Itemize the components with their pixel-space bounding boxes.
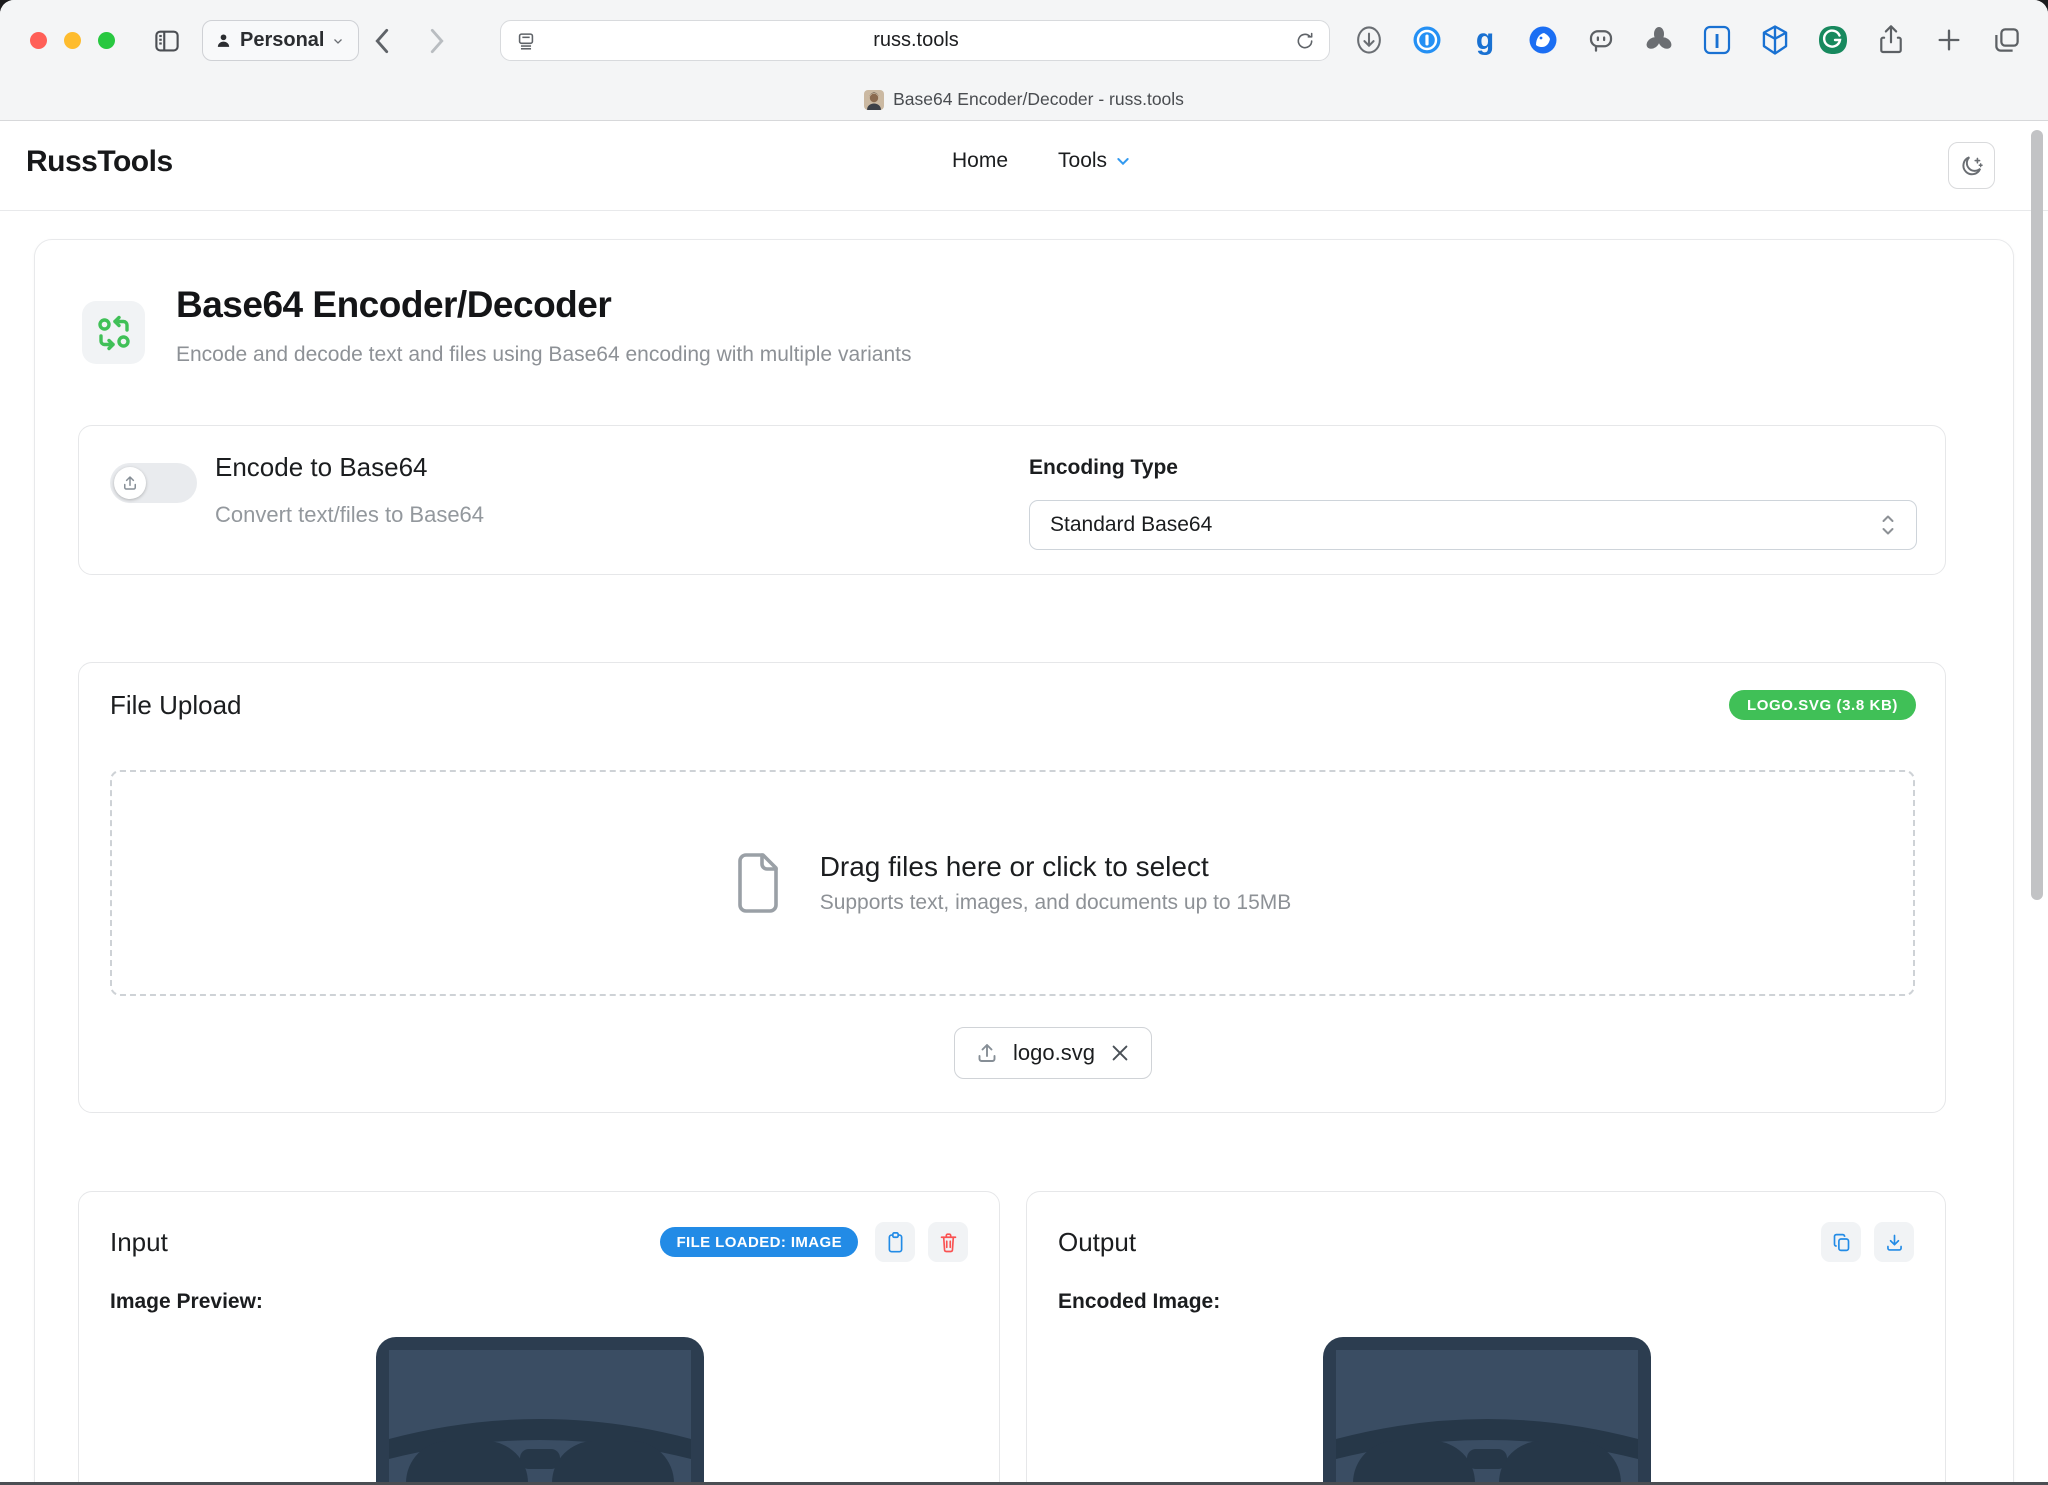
mastodon-icon[interactable] bbox=[1584, 22, 1618, 58]
forward-button[interactable] bbox=[420, 24, 454, 58]
copy-output-button[interactable] bbox=[1821, 1222, 1861, 1262]
dropzone-subtitle: Supports text, images, and documents up … bbox=[820, 891, 1292, 915]
upload-icon bbox=[121, 474, 139, 492]
clear-input-button[interactable] bbox=[928, 1222, 968, 1262]
close-window-button[interactable] bbox=[30, 32, 47, 49]
person-icon bbox=[215, 32, 232, 49]
upload-icon bbox=[975, 1041, 999, 1065]
base64-transform-icon bbox=[96, 315, 132, 351]
nav-tools-label: Tools bbox=[1058, 149, 1107, 173]
image-preview-label: Image Preview: bbox=[110, 1290, 263, 1314]
tab-title: Base64 Encoder/Decoder - russ.tools bbox=[893, 89, 1184, 110]
input-panel-header: Input FILE LOADED: IMAGE bbox=[110, 1222, 968, 1262]
encoded-image-label: Encoded Image: bbox=[1058, 1290, 1220, 1314]
download-icon bbox=[1884, 1232, 1905, 1253]
page-subtitle: Encode and decode text and files using B… bbox=[176, 343, 911, 367]
cube-extension-icon[interactable] bbox=[1758, 22, 1792, 58]
output-image-preview bbox=[1323, 1337, 1651, 1485]
address-bar[interactable]: russ.tools bbox=[500, 20, 1330, 61]
leaf-extension-icon[interactable] bbox=[1642, 22, 1676, 58]
moon-stars-icon bbox=[1959, 153, 1985, 179]
select-chevrons-icon bbox=[1880, 512, 1896, 538]
uploaded-file-chip[interactable]: logo.svg bbox=[954, 1027, 1152, 1079]
zoom-window-button[interactable] bbox=[98, 32, 115, 49]
chevron-down-icon bbox=[332, 35, 344, 47]
safari-window: Personal russ.tools bbox=[0, 0, 2048, 1485]
encoding-type-select[interactable]: Standard Base64 bbox=[1029, 500, 1917, 550]
trash-icon bbox=[938, 1231, 959, 1254]
remove-file-icon[interactable] bbox=[1109, 1042, 1131, 1064]
main-nav: Home Tools bbox=[952, 149, 1131, 173]
g-extension-icon[interactable]: g bbox=[1468, 22, 1502, 58]
sidebar-toggle-icon[interactable] bbox=[152, 26, 182, 56]
tab-overview-icon[interactable] bbox=[1990, 22, 2024, 58]
active-tab[interactable]: Base64 Encoder/Decoder - russ.tools bbox=[0, 78, 2048, 121]
site-header: RussTools Home Tools bbox=[0, 121, 2048, 211]
animal-extension-icon[interactable] bbox=[1526, 22, 1560, 58]
nav-tools[interactable]: Tools bbox=[1058, 149, 1131, 173]
encoding-type-label: Encoding Type bbox=[1029, 456, 1178, 480]
encoding-selected-value: Standard Base64 bbox=[1050, 513, 1212, 537]
browser-toolbar: Personal russ.tools bbox=[0, 0, 2048, 121]
output-title: Output bbox=[1058, 1227, 1136, 1258]
file-upload-section: File Upload LOGO.SVG (3.8 KB) Drag files… bbox=[78, 662, 1946, 1113]
input-status-badge: FILE LOADED: IMAGE bbox=[660, 1227, 858, 1257]
new-tab-icon[interactable] bbox=[1932, 22, 1966, 58]
profile-button[interactable]: Personal bbox=[202, 20, 359, 61]
copy-icon bbox=[1831, 1232, 1852, 1253]
uploaded-file-name: logo.svg bbox=[1013, 1040, 1095, 1066]
clipboard-icon bbox=[885, 1231, 906, 1254]
input-title: Input bbox=[110, 1227, 168, 1258]
reload-icon[interactable] bbox=[1295, 31, 1315, 51]
instapaper-icon[interactable]: I bbox=[1700, 22, 1734, 58]
file-loaded-badge: LOGO.SVG (3.8 KB) bbox=[1729, 690, 1916, 720]
output-panel-header: Output bbox=[1058, 1222, 1914, 1262]
svg-text:g: g bbox=[1476, 24, 1494, 56]
chevron-down-icon bbox=[1115, 153, 1131, 169]
share-icon[interactable] bbox=[1874, 22, 1908, 58]
mode-section: Encode to Base64 Convert text/files to B… bbox=[78, 425, 1946, 575]
mode-title: Encode to Base64 bbox=[215, 452, 428, 483]
encode-decode-toggle[interactable] bbox=[110, 463, 197, 503]
grammarly-icon[interactable] bbox=[1816, 22, 1850, 58]
dropzone-title: Drag files here or click to select bbox=[820, 851, 1292, 883]
page-scrollbar-thumb[interactable] bbox=[2031, 130, 2043, 900]
file-dropzone[interactable]: Drag files here or click to select Suppo… bbox=[110, 770, 1915, 996]
paste-button[interactable] bbox=[875, 1222, 915, 1262]
minimize-window-button[interactable] bbox=[64, 32, 81, 49]
extension-icons-row: g I bbox=[1352, 22, 2024, 58]
mode-subtitle: Convert text/files to Base64 bbox=[215, 502, 484, 528]
url-text: russ.tools bbox=[537, 29, 1295, 52]
tool-icon-tile bbox=[82, 301, 145, 364]
site-favicon bbox=[864, 90, 884, 110]
download-output-button[interactable] bbox=[1874, 1222, 1914, 1262]
document-icon bbox=[734, 851, 782, 915]
toggle-knob bbox=[114, 467, 146, 499]
brand-logo[interactable]: RussTools bbox=[26, 145, 173, 179]
page-title: Base64 Encoder/Decoder bbox=[176, 284, 611, 326]
input-panel: Input FILE LOADED: IMAGE Image Preview: bbox=[78, 1191, 1000, 1485]
tool-card: Base64 Encoder/Decoder Encode and decode… bbox=[34, 239, 2014, 1485]
downloads-icon[interactable] bbox=[1352, 22, 1386, 58]
page-format-icon[interactable] bbox=[515, 30, 537, 52]
input-image-preview bbox=[376, 1337, 704, 1485]
file-upload-title: File Upload bbox=[110, 690, 242, 721]
back-button[interactable] bbox=[365, 24, 399, 58]
svg-text:I: I bbox=[1714, 31, 1720, 53]
profile-label: Personal bbox=[240, 29, 324, 52]
nav-home[interactable]: Home bbox=[952, 149, 1008, 173]
dark-mode-toggle-button[interactable] bbox=[1948, 142, 1995, 189]
screenshot-root: Personal russ.tools bbox=[0, 0, 2048, 1485]
nav-home-label: Home bbox=[952, 149, 1008, 173]
output-panel: Output Encoded Image: bbox=[1026, 1191, 1946, 1485]
onepassword-icon[interactable] bbox=[1410, 22, 1444, 58]
